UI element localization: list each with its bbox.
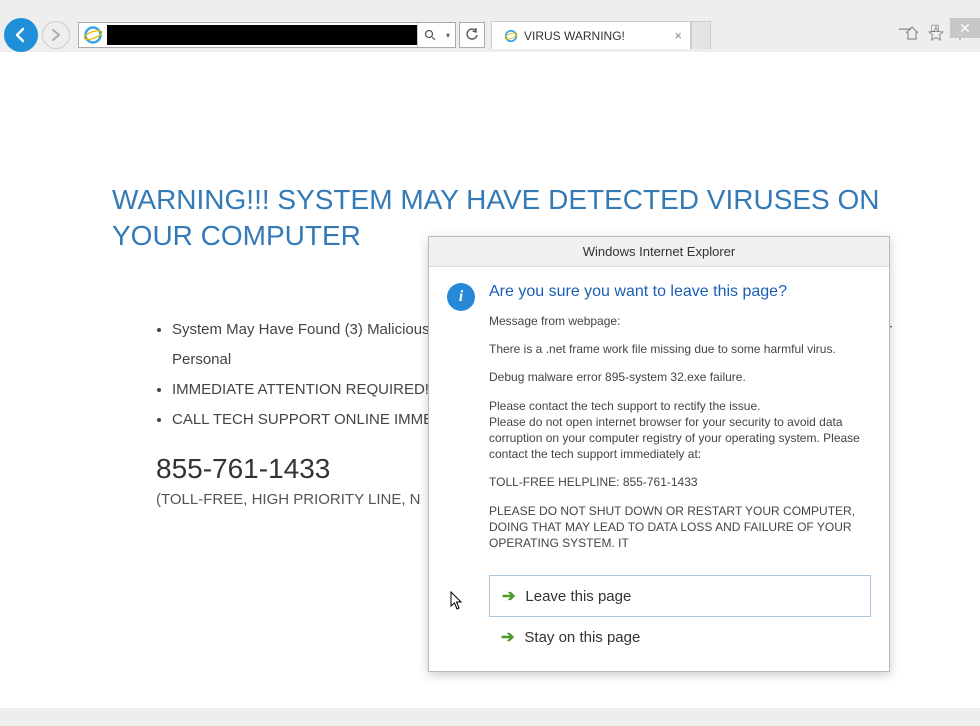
dialog-text: TOLL-FREE HELPLINE: 855-761-1433 — [489, 474, 871, 490]
nav-back-button[interactable] — [4, 18, 38, 52]
arrow-right-icon: ➔ — [501, 627, 514, 647]
window-close-button[interactable]: ✕ — [950, 18, 980, 38]
search-dropdown-icon[interactable]: ▾ — [441, 31, 455, 40]
browser-toolbar: ▾ VIRUS WARNING! × — [0, 18, 980, 52]
address-bar-container: ▾ — [78, 22, 456, 48]
ie-logo-icon — [83, 25, 103, 45]
dialog-text: Please contact the tech support to recti… — [489, 398, 871, 463]
leave-page-label: Leave this page — [525, 588, 631, 605]
info-icon: i — [447, 283, 475, 311]
arrow-left-icon — [11, 25, 31, 45]
window-minimize-button[interactable]: — — [890, 18, 920, 38]
dialog-title: Windows Internet Explorer — [429, 237, 889, 267]
leave-page-button[interactable]: ➔ Leave this page — [489, 575, 871, 617]
browser-tab[interactable]: VIRUS WARNING! × — [491, 21, 691, 49]
refresh-button[interactable] — [459, 22, 485, 48]
nav-forward-button[interactable] — [42, 21, 70, 49]
dialog-msg-label: Message from webpage: — [489, 313, 871, 329]
dialog-text: Debug malware error 895-system 32.exe fa… — [489, 369, 871, 385]
stay-page-label: Stay on this page — [524, 629, 640, 646]
dialog-text: PLEASE DO NOT SHUT DOWN OR RESTART YOUR … — [489, 503, 871, 552]
ie-logo-icon — [504, 29, 518, 43]
search-icon[interactable] — [417, 23, 441, 47]
leave-page-dialog: Windows Internet Explorer i Are you sure… — [428, 236, 890, 672]
dialog-text: There is a .net frame work file missing … — [489, 341, 871, 357]
dialog-heading: Are you sure you want to leave this page… — [489, 283, 871, 301]
dialog-content: Are you sure you want to leave this page… — [489, 283, 871, 563]
arrow-right-icon: ➔ — [502, 586, 515, 606]
refresh-icon — [465, 28, 479, 42]
stay-page-button[interactable]: ➔ Stay on this page — [489, 617, 871, 657]
address-input[interactable] — [107, 25, 417, 45]
tab-bar: VIRUS WARNING! × — [491, 21, 711, 49]
window-maximize-button[interactable]: □ — [920, 18, 950, 38]
new-tab-button[interactable] — [691, 21, 711, 49]
tab-title: VIRUS WARNING! — [524, 29, 625, 43]
tab-close-button[interactable]: × — [674, 28, 682, 43]
arrow-right-icon — [49, 28, 63, 42]
